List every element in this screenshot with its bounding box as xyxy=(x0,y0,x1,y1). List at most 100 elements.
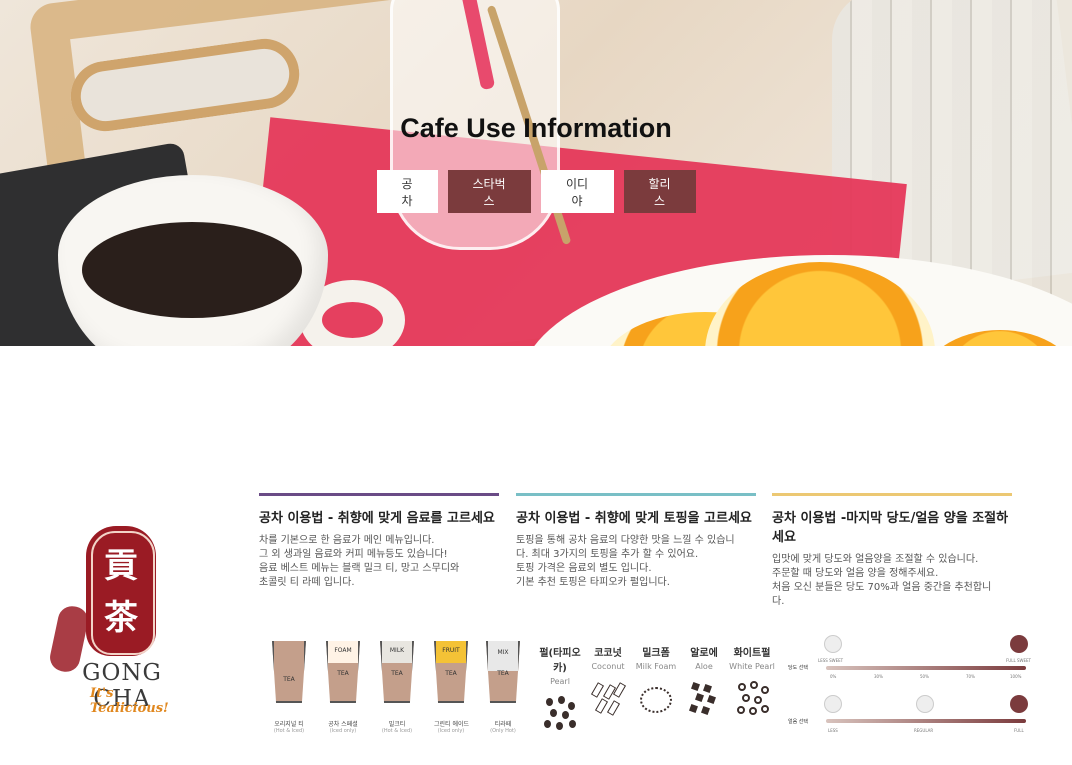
drink-original-tea: TEA 오리지널 티 (Hot & Iced) xyxy=(272,641,306,734)
column-description: 토핑을 통해 공차 음료의 다양한 맛을 느낄 수 있습니 다. 최대 3가지의… xyxy=(516,534,756,590)
drink-tea-latte: MIX TEA 티라떼 (Only Hot) xyxy=(486,641,520,734)
sugar-tick: 0% xyxy=(830,674,837,679)
hero-content: Cafe Use Information 공차 스타벅스 이디야 할리스 xyxy=(0,0,1072,346)
drink-name: 오리지널 티 xyxy=(274,721,304,728)
ice-level-label: 얼음 선택 xyxy=(788,719,808,725)
milk-foam-icon xyxy=(638,681,674,717)
drink-name: 밀크티 xyxy=(388,721,406,728)
info-column-toppings: 공차 이용법 - 취향에 맞게 토핑을 고르세요 토핑을 통해 공차 음료의 다… xyxy=(516,493,756,590)
sugar-ice-diagram: LESS SWEET FULL SWEET 당도 선택 0% 30% 50% 7… xyxy=(788,633,1032,743)
sugar-level-slider xyxy=(826,666,1026,670)
topping-name-en: Pearl xyxy=(550,677,570,686)
ice-tick: FULL xyxy=(1014,728,1024,733)
column-title: 공차 이용법 -마지막 당도/얼음 양을 조절하세요 xyxy=(772,511,1009,545)
description-line: 처음 오신 분들은 당도 70%과 얼음 중간을 추천합니 xyxy=(772,582,992,593)
description-line: 그 외 생과일 음료와 커피 메뉴등도 있습니다! xyxy=(259,549,448,560)
drink-sub: (Iced only) xyxy=(437,728,465,734)
sugar-tick: 30% xyxy=(874,674,883,679)
drink-name: 그린티 에이드 xyxy=(434,721,470,728)
topping-name-en: Coconut xyxy=(591,662,625,671)
logo-char-top: 貢 xyxy=(104,546,138,586)
sugar-tick: 50% xyxy=(920,674,929,679)
topping-name-ko: 알로에 xyxy=(690,648,718,659)
drink-sub: (Only Hot) xyxy=(490,728,516,734)
column-divider xyxy=(259,493,499,496)
column-title: 공차 이용법 - 취향에 맞게 토핑을 고르세요 xyxy=(516,511,752,526)
drink-layer-label: TEA xyxy=(337,670,349,677)
logo-tagline: It's Tealicious! xyxy=(90,686,169,716)
tab-gongcha[interactable]: 공차 xyxy=(376,170,438,213)
sugar-tick: 100% xyxy=(1010,674,1022,679)
drink-layer-label: TEA xyxy=(391,670,403,677)
ice-low-knob xyxy=(824,695,842,713)
drink-layer-label: TEA xyxy=(497,670,509,677)
drink-layer-label: MIX xyxy=(488,641,518,671)
sugar-high-knob xyxy=(1010,635,1028,653)
topping-name-en: White Pearl xyxy=(729,662,775,671)
drink-sub: (Iced only) xyxy=(329,728,357,734)
sugar-low-knob xyxy=(824,635,842,653)
drink-cup-icon: MIX TEA xyxy=(486,641,520,703)
ice-mid-knob xyxy=(916,695,934,713)
coconut-icon xyxy=(590,681,627,717)
topping-pearl: 펄(타피오카) Pearl xyxy=(536,644,584,732)
drink-ade: FRUIT TEA 그린티 에이드 (Iced only) xyxy=(434,641,470,734)
description-line: 음료 베스트 메뉴는 블랙 밀크 티, 망고 스무디와 xyxy=(259,563,460,574)
page-title: Cafe Use Information xyxy=(400,113,672,143)
logo-badge: 貢 茶 xyxy=(86,526,156,656)
topping-name-ko: 코코넛 xyxy=(594,648,622,659)
drink-cup-icon: FOAM TEA xyxy=(326,641,360,703)
topping-name-en: Milk Foam xyxy=(635,662,677,671)
drink-cup-icon: FRUIT TEA xyxy=(434,641,468,703)
drink-layer-label: FOAM xyxy=(328,641,358,663)
column-divider xyxy=(516,493,756,496)
drink-layer-label: TEA xyxy=(445,670,457,677)
pearl-icon xyxy=(542,696,578,732)
description-line: 다. 최대 3가지의 토핑을 추가 할 수 있어요. xyxy=(516,549,699,560)
topping-name-ko: 화이트펄 xyxy=(733,648,771,659)
topping-name-ko: 펄(타피오카) xyxy=(539,648,581,674)
sugar-low-label: LESS SWEET xyxy=(818,658,844,663)
description-line: 토핑을 통해 공차 음료의 다양한 맛을 느낄 수 있습니 xyxy=(516,535,735,546)
gongcha-logo: 貢 茶 GONG CHA It's Tealicious! xyxy=(47,526,192,716)
sugar-level-label: 당도 선택 xyxy=(788,665,808,671)
drink-layer-label: MILK xyxy=(382,641,412,663)
column-description: 차를 기본으로 한 음료가 메인 메뉴입니다. 그 외 생과일 음료와 커피 메… xyxy=(259,534,499,590)
topping-coconut: 코코넛 Coconut xyxy=(584,644,632,717)
drink-layer-label: TEA xyxy=(283,676,295,683)
topping-name-ko: 밀크폼 xyxy=(642,648,670,659)
drink-sub: (Hot & Iced) xyxy=(381,728,413,734)
cafe-info-section: 貢 茶 GONG CHA It's Tealicious! 공차 이용법 - 취… xyxy=(0,346,1072,765)
sugar-high-label: FULL SWEET xyxy=(1006,658,1031,663)
description-line: 토핑 가격은 음료외 별도 입니다. xyxy=(516,563,652,574)
description-line: 초콜릿 티 라떼 입니다. xyxy=(259,577,355,588)
topping-white-pearl: 화이트펄 White Pearl xyxy=(728,644,776,717)
tab-hollys[interactable]: 할리스 xyxy=(623,170,696,213)
ice-tick: LESS xyxy=(828,728,838,733)
ice-high-knob xyxy=(1010,695,1028,713)
ice-tick: REGULAR xyxy=(914,728,934,733)
column-divider xyxy=(772,493,1012,496)
topping-aloe: 알로에 Aloe xyxy=(680,644,728,717)
drink-name: 공차 스페셜 xyxy=(328,721,358,728)
description-line: 주문할 때 당도와 얼음 양을 정해주세요. xyxy=(772,568,939,579)
drink-name: 티라떼 xyxy=(494,721,512,728)
hero-banner: Cafe Use Information 공차 스타벅스 이디야 할리스 xyxy=(0,0,1072,346)
drink-sub: (Hot & Iced) xyxy=(273,728,305,734)
cafe-tabs: 공차 스타벅스 이디야 할리스 xyxy=(0,170,1072,213)
column-description: 입맛에 맞게 당도와 얼음양을 조절할 수 있습니다. 주문할 때 당도와 얼음… xyxy=(772,553,1012,609)
tab-ediya[interactable]: 이디야 xyxy=(540,170,614,213)
drink-layer-label: FRUIT xyxy=(436,641,466,663)
topping-milk-foam: 밀크폼 Milk Foam xyxy=(632,644,680,717)
description-line: 다. xyxy=(772,596,785,607)
topping-name-en: Aloe xyxy=(695,662,713,671)
tab-starbucks[interactable]: 스타벅스 xyxy=(447,170,531,213)
sugar-tick: 70% xyxy=(966,674,975,679)
ice-level-slider xyxy=(826,719,1026,723)
column-title: 공차 이용법 - 취향에 맞게 음료를 고르세요 xyxy=(259,511,495,526)
drink-cup-icon: MILK TEA xyxy=(380,641,414,703)
description-line: 입맛에 맞게 당도와 얼음양을 조절할 수 있습니다. xyxy=(772,554,979,565)
drink-special: FOAM TEA 공차 스페셜 (Iced only) xyxy=(326,641,360,734)
description-line: 기본 추천 토핑은 타피오카 펄입니다. xyxy=(516,577,670,588)
info-column-drinks: 공차 이용법 - 취향에 맞게 음료를 고르세요 차를 기본으로 한 음료가 메… xyxy=(259,493,499,590)
